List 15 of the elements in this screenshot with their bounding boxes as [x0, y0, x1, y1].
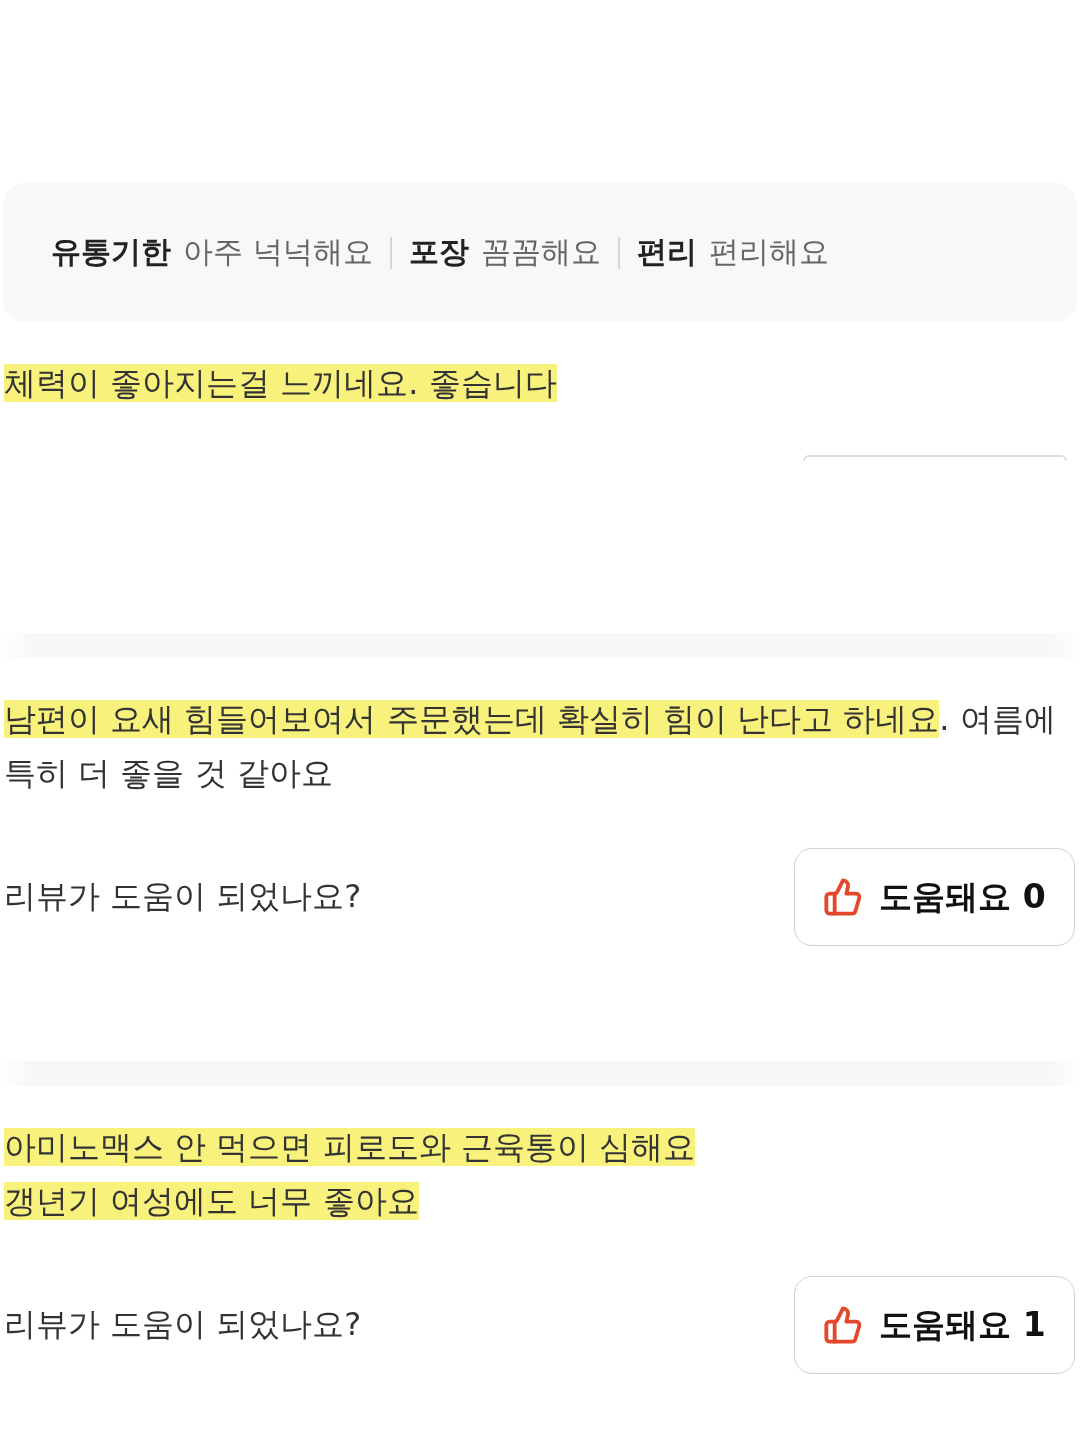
- thumbs-up-icon: [823, 877, 864, 917]
- review-text: 남편이 요새 힘들어보여서 주문했는데 확실히 힘이 난다고 하네요. 여름에 특히 더 좋을 것 같아요: [3, 699, 1057, 794]
- summary-value: 꼼꼼해요: [480, 233, 601, 271]
- thumbs-up-icon: [823, 1305, 864, 1345]
- review-text: 체력이 좋아지는걸 느끼네요. 좋습니다: [3, 363, 558, 404]
- summary-value: 아주 넉넉해요: [183, 233, 373, 271]
- summary-label: 포장: [408, 233, 469, 271]
- review-text: 아미노맥스 안 먹으면 피로도와 근육통이 심해요 갱년기 여성에도 너무 좋아요: [3, 1127, 696, 1222]
- helpful-button[interactable]: 도움돼요 0: [794, 848, 1075, 946]
- helpful-question: 리뷰가 도움이 되었나요?: [4, 1304, 362, 1345]
- summary-value: 편리해요: [708, 233, 829, 271]
- helpful-button[interactable]: 도움돼요 1: [794, 1276, 1075, 1374]
- summary-label: 유통기한: [51, 233, 171, 271]
- helpful-question: 리뷰가 도움이 되었나요?: [4, 876, 362, 917]
- summary-label: 편리: [636, 233, 697, 271]
